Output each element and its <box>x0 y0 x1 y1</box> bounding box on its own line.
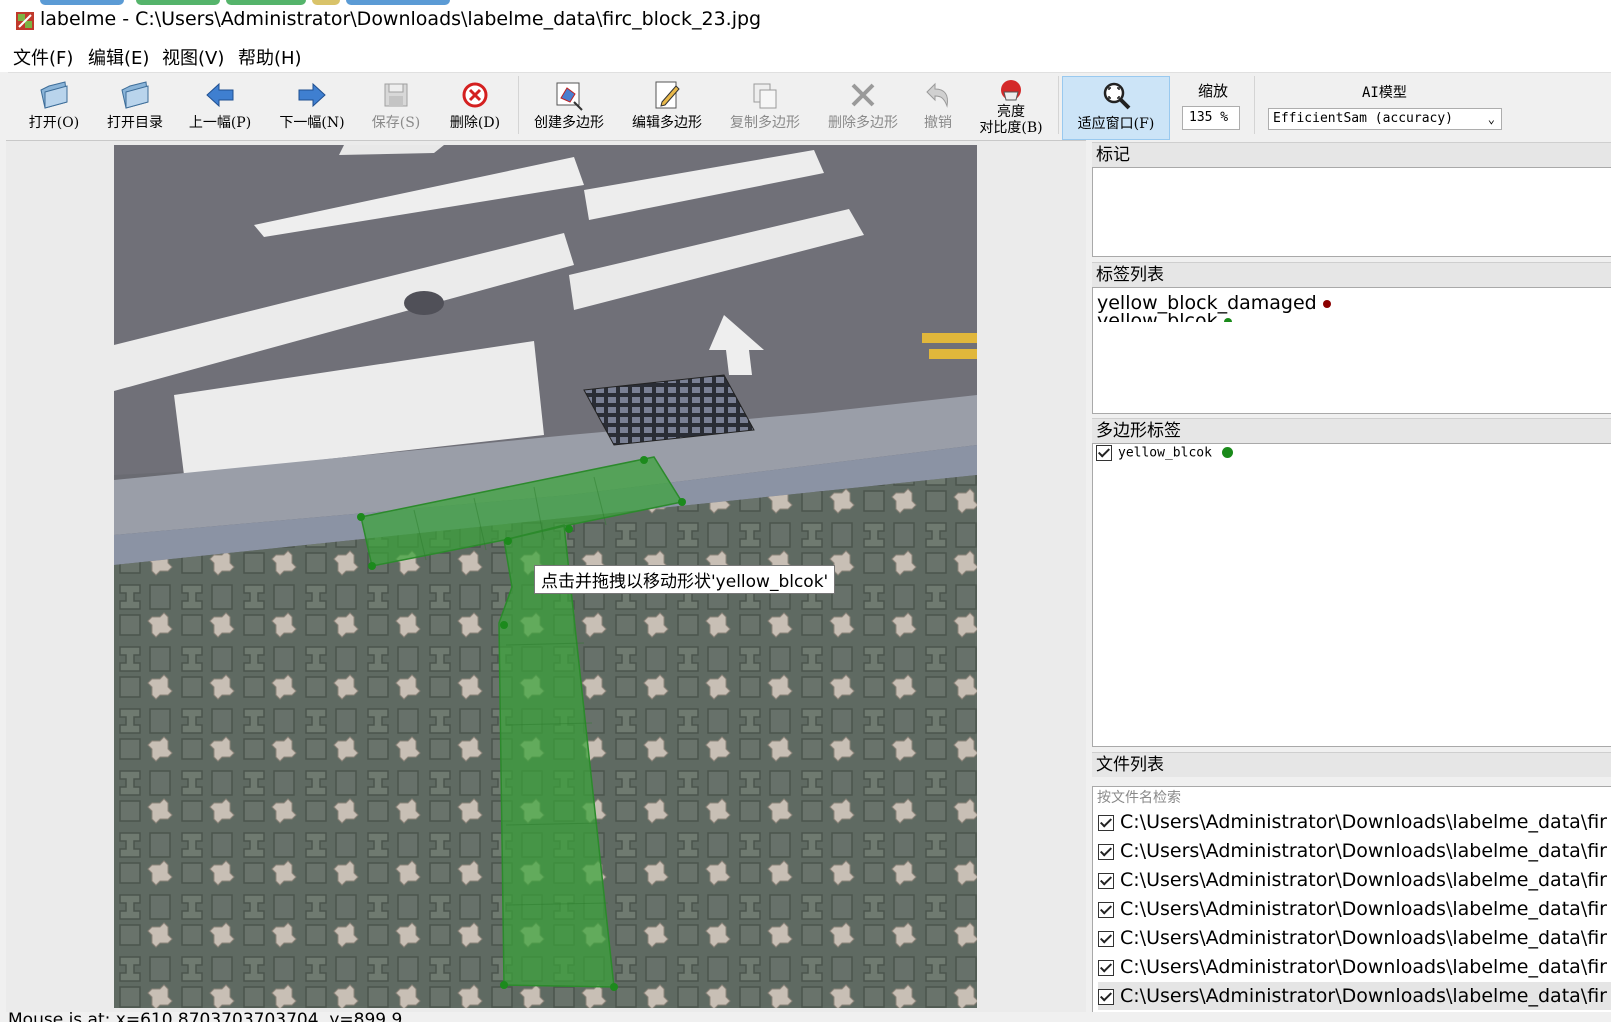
brightness-icon <box>1001 80 1021 101</box>
arrow-right-icon <box>298 82 326 108</box>
file-list-item[interactable]: C:\Users\Administrator\Downloads\labelme… <box>1098 953 1611 981</box>
file-list-item[interactable]: C:\Users\Administrator\Downloads\labelme… <box>1098 866 1611 894</box>
menu-file[interactable]: 文件(F) <box>13 44 73 70</box>
canvas-tooltip: 点击并拖拽以移动形状'yellow_blcok' <box>534 565 836 594</box>
ai-model-value: EfficientSam (accuracy) <box>1273 111 1454 126</box>
label-list-item[interactable]: yellow_blcok <box>1097 310 1232 322</box>
fit-window-label: 适应窗口(F) <box>1077 116 1155 132</box>
copy-polygon-label: 复制多边形 <box>730 115 800 131</box>
open-dir-label: 打开目录 <box>107 115 163 131</box>
file-checkbox[interactable] <box>1098 814 1114 831</box>
file-checkbox[interactable] <box>1098 959 1114 976</box>
polygon-color-dot <box>1221 447 1233 458</box>
save-icon <box>384 83 408 107</box>
folder-open-icon <box>40 81 68 109</box>
edit-polygon-label: 编辑多边形 <box>632 115 702 131</box>
undo-button[interactable]: 撤销 <box>918 76 958 138</box>
polygon-label-name: yellow_blcok <box>1118 445 1212 461</box>
file-checkbox[interactable] <box>1098 872 1114 889</box>
next-image-button[interactable]: 下一幅(N) <box>276 76 348 138</box>
zoom-input[interactable]: 135 % <box>1182 106 1240 130</box>
create-polygon-button[interactable]: 创建多边形 <box>528 76 610 138</box>
polygon-label-list[interactable] <box>1092 443 1611 747</box>
label-list[interactable]: yellow_block_damaged yellow_blcok <box>1092 287 1611 414</box>
file-checkbox[interactable] <box>1098 988 1114 1005</box>
delete-polygon-button[interactable]: 删除多边形 <box>822 76 904 138</box>
files-dock-title: 文件列表 <box>1092 752 1611 777</box>
ai-model-select[interactable]: EfficientSam (accuracy) ⌄ <box>1268 108 1502 130</box>
undo-label: 撤销 <box>924 115 952 131</box>
file-path: C:\Users\Administrator\Downloads\labelme… <box>1120 985 1607 1007</box>
file-path: C:\Users\Administrator\Downloads\labelme… <box>1120 927 1607 949</box>
ai-model-label: AI模型 <box>1362 85 1407 101</box>
open-label: 打开(O) <box>28 115 80 131</box>
menu-edit[interactable]: 编辑(E) <box>88 44 149 70</box>
file-search-input[interactable]: 按文件名检索 <box>1092 786 1611 810</box>
label-name: yellow_blcok <box>1097 310 1218 322</box>
labels-dock-title: 标签列表 <box>1092 262 1611 287</box>
delete-file-button[interactable]: 删除(D) <box>442 76 508 138</box>
create-polygon-label: 创建多边形 <box>534 115 604 131</box>
delete-x-icon <box>851 83 875 107</box>
file-checkbox[interactable] <box>1098 930 1114 947</box>
polygon-list-item[interactable]: yellow_blcok <box>1096 445 1233 461</box>
delete-file-label: 删除(D) <box>449 115 501 131</box>
labelme-app-icon <box>16 12 34 30</box>
copy-polygon-button[interactable]: 复制多边形 <box>724 76 806 138</box>
polygon-visible-checkbox[interactable] <box>1096 445 1112 461</box>
zoom-label: 缩放 <box>1198 82 1229 100</box>
edit-polygon-button[interactable]: 编辑多边形 <box>626 76 708 138</box>
flags-dock-title: 标记 <box>1092 142 1611 167</box>
label-color-dot <box>1223 317 1232 322</box>
save-button[interactable]: 保存(S) <box>364 76 428 138</box>
file-list-item[interactable]: C:\Users\Administrator\Downloads\labelme… <box>1098 895 1611 923</box>
prev-image-label: 上一幅(P) <box>188 115 252 131</box>
label-color-dot <box>1322 299 1331 308</box>
save-label: 保存(S) <box>371 115 421 131</box>
menu-help[interactable]: 帮助(H) <box>238 44 302 70</box>
fit-window-button[interactable]: 适应窗口(F) <box>1062 76 1170 140</box>
brightness-contrast-button[interactable]: 亮度 对比度(B) <box>972 76 1050 142</box>
prev-image-button[interactable]: 上一幅(P) <box>184 76 256 138</box>
flags-list[interactable] <box>1092 167 1611 257</box>
delete-circle-icon <box>462 82 488 108</box>
file-path: C:\Users\Administrator\Downloads\labelme… <box>1120 869 1607 891</box>
status-text: Mouse is at: x=610.8703703703704, y=899.… <box>8 1012 403 1022</box>
open-dir-button[interactable]: 打开目录 <box>100 76 170 138</box>
toolbar-separator <box>1254 76 1255 134</box>
undo-icon <box>926 82 948 108</box>
chevron-down-icon: ⌄ <box>1487 112 1495 126</box>
file-path: C:\Users\Administrator\Downloads\labelme… <box>1120 956 1607 978</box>
next-image-label: 下一幅(N) <box>279 115 345 131</box>
file-path: C:\Users\Administrator\Downloads\labelme… <box>1120 840 1607 862</box>
file-list-item[interactable]: C:\Users\Administrator\Downloads\labelme… <box>1098 808 1611 836</box>
file-list-item[interactable]: C:\Users\Administrator\Downloads\labelme… <box>1098 837 1611 865</box>
delete-polygon-label: 删除多边形 <box>828 115 898 131</box>
file-checkbox[interactable] <box>1098 901 1114 918</box>
file-list-item[interactable]: C:\Users\Administrator\Downloads\labelme… <box>1098 924 1611 952</box>
brightness-label-2: 对比度(B) <box>979 120 1043 136</box>
folder-icon <box>121 81 149 109</box>
open-button[interactable]: 打开(O) <box>20 76 88 138</box>
create-polygon-icon <box>556 82 583 111</box>
zoom-fit-icon <box>1103 82 1131 110</box>
file-path: C:\Users\Administrator\Downloads\labelme… <box>1120 898 1607 920</box>
status-bar: Mouse is at: x=610.8703703703704, y=899.… <box>0 1012 1611 1022</box>
brightness-label-1: 亮度 <box>997 104 1025 120</box>
menu-view[interactable]: 视图(V) <box>162 44 224 70</box>
arrow-left-icon <box>206 82 234 108</box>
toolbar-separator <box>518 76 519 134</box>
polygons-dock-title: 多边形标签 <box>1092 418 1611 443</box>
toolbar-separator <box>1058 76 1059 134</box>
file-list-item-selected[interactable]: C:\Users\Administrator\Downloads\labelme… <box>1098 982 1611 1010</box>
window-title: labelme - C:\Users\Administrator\Downloa… <box>40 8 762 30</box>
file-checkbox[interactable] <box>1098 843 1114 860</box>
file-path: C:\Users\Administrator\Downloads\labelme… <box>1120 811 1607 833</box>
edit-pencil-icon <box>655 81 680 109</box>
copy-icon <box>753 83 777 109</box>
